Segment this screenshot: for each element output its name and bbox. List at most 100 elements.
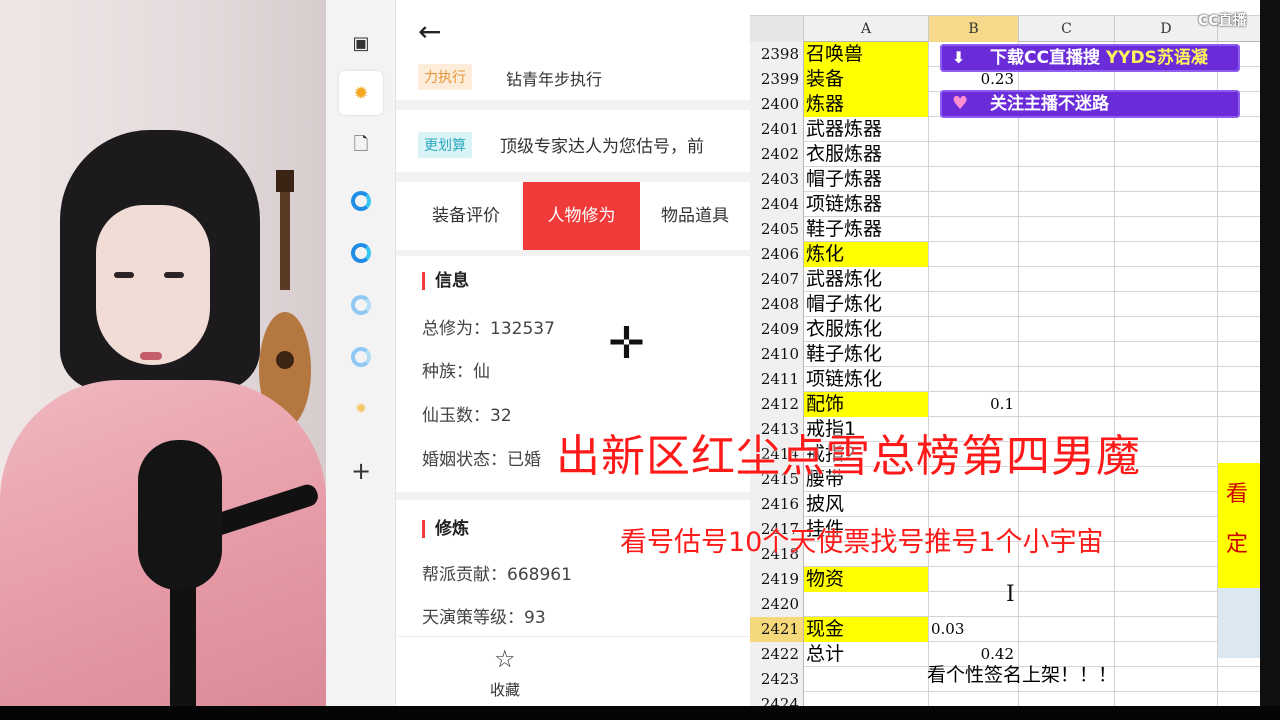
row-number[interactable]: 2402 [750, 142, 804, 167]
cell-b[interactable] [929, 117, 1019, 142]
game-icon[interactable]: ✹ [339, 71, 383, 115]
column-c-header[interactable]: C [1019, 16, 1115, 42]
cell-d[interactable] [1115, 192, 1218, 217]
row-number[interactable]: 2410 [750, 342, 804, 367]
cell-e[interactable] [1218, 142, 1260, 167]
edge-icon-light[interactable] [346, 290, 376, 320]
cell-d[interactable] [1115, 367, 1218, 392]
cell-c[interactable] [1019, 392, 1115, 417]
cell-d[interactable] [1115, 142, 1218, 167]
cell-a[interactable]: 鞋子炼化 [804, 342, 929, 367]
row-number[interactable]: 2424 [750, 692, 804, 706]
cell-c[interactable] [1019, 192, 1115, 217]
cell-e[interactable] [1218, 242, 1260, 267]
cell-a[interactable]: 配饰 [804, 392, 929, 417]
edge-icon[interactable] [346, 186, 376, 216]
cell-a[interactable]: 总计 [804, 642, 929, 667]
cell-b[interactable]: 0.03 [929, 617, 1019, 642]
cell-c[interactable] [1019, 342, 1115, 367]
tab-equipment[interactable]: 装备评价 [410, 182, 522, 250]
cell-d[interactable] [1115, 592, 1218, 617]
cell-c[interactable] [1019, 242, 1115, 267]
cell-c[interactable] [1019, 692, 1115, 706]
tab-items[interactable]: 物品道具 [640, 182, 750, 250]
cell-c[interactable] [1019, 317, 1115, 342]
cell-b[interactable] [929, 217, 1019, 242]
row-number[interactable]: 2423 [750, 667, 804, 692]
cell-c[interactable] [1019, 267, 1115, 292]
row-number[interactable]: 2403 [750, 167, 804, 192]
cell-d[interactable] [1115, 517, 1218, 542]
cell-d[interactable] [1115, 242, 1218, 267]
row-number[interactable]: 2401 [750, 117, 804, 142]
cell-c[interactable] [1019, 367, 1115, 392]
row-number[interactable]: 2407 [750, 267, 804, 292]
row-number[interactable]: 2408 [750, 292, 804, 317]
cell-d[interactable] [1115, 492, 1218, 517]
cell-e[interactable] [1218, 217, 1260, 242]
cell-d[interactable] [1115, 667, 1218, 692]
back-arrow-icon[interactable]: ← [418, 18, 441, 46]
cell-b[interactable] [929, 167, 1019, 192]
cell-c[interactable] [1019, 142, 1115, 167]
row-number[interactable]: 2400 [750, 92, 804, 117]
cell-a[interactable]: 项链炼化 [804, 367, 929, 392]
cell-a[interactable] [804, 692, 929, 706]
row-number[interactable]: 2398 [750, 42, 804, 67]
cell-d[interactable] [1115, 292, 1218, 317]
cell-b[interactable] [929, 142, 1019, 167]
cell-c[interactable] [1019, 567, 1115, 592]
cell-e[interactable] [1218, 667, 1260, 692]
cell-d[interactable] [1115, 617, 1218, 642]
cell-a[interactable] [804, 667, 929, 692]
favorite-button[interactable]: 收藏 [490, 679, 520, 700]
cell-e[interactable] [1218, 192, 1260, 217]
row-number[interactable]: 2399 [750, 67, 804, 92]
cell-b[interactable] [929, 192, 1019, 217]
cell-a[interactable]: 炼器 [804, 92, 929, 117]
cell-d[interactable] [1115, 117, 1218, 142]
row-number[interactable]: 2409 [750, 317, 804, 342]
cell-d[interactable] [1115, 692, 1218, 706]
row-number[interactable]: 2411 [750, 367, 804, 392]
cell-a[interactable]: 炼化 [804, 242, 929, 267]
cell-a[interactable]: 物资 [804, 567, 929, 592]
cell-c[interactable] [1019, 217, 1115, 242]
cell-d[interactable] [1115, 642, 1218, 667]
cell-d[interactable] [1115, 542, 1218, 567]
star-icon[interactable]: ☆ [494, 645, 516, 673]
cell-e[interactable] [1218, 417, 1260, 442]
plus-icon[interactable]: + [346, 456, 376, 486]
appraisal-row[interactable]: 更划算 顶级专家达人为您估号，前 [396, 110, 750, 172]
row-number[interactable]: 2416 [750, 492, 804, 517]
cell-e[interactable] [1218, 392, 1260, 417]
cell-a[interactable]: 衣服炼化 [804, 317, 929, 342]
cell-c[interactable] [1019, 492, 1115, 517]
row-number[interactable]: 2420 [750, 592, 804, 617]
cell-d[interactable] [1115, 267, 1218, 292]
row-number[interactable]: 2419 [750, 567, 804, 592]
cell-a[interactable]: 鞋子炼器 [804, 217, 929, 242]
cell-b[interactable] [929, 267, 1019, 292]
page-icon[interactable]: 🗋 [346, 132, 376, 162]
cell-b[interactable] [929, 292, 1019, 317]
edge-icon[interactable] [346, 238, 376, 268]
cell-a[interactable]: 装备 [804, 67, 929, 92]
row-number[interactable]: 2412 [750, 392, 804, 417]
cell-e[interactable] [1218, 167, 1260, 192]
row-number[interactable]: 2421 [750, 617, 804, 642]
cell-b[interactable] [929, 242, 1019, 267]
cell-b[interactable] [929, 692, 1019, 706]
cell-c[interactable] [1019, 292, 1115, 317]
row-number[interactable]: 2405 [750, 217, 804, 242]
row-number[interactable]: 2404 [750, 192, 804, 217]
row-number[interactable]: 2406 [750, 242, 804, 267]
cell-d[interactable] [1115, 567, 1218, 592]
cell-e[interactable] [1218, 292, 1260, 317]
cell-d[interactable] [1115, 217, 1218, 242]
cell-a[interactable] [804, 592, 929, 617]
tab-icon[interactable]: ▣ [346, 28, 376, 58]
cell-c[interactable] [1019, 617, 1115, 642]
edge-icon-light[interactable] [346, 342, 376, 372]
cell-a[interactable]: 衣服炼器 [804, 142, 929, 167]
